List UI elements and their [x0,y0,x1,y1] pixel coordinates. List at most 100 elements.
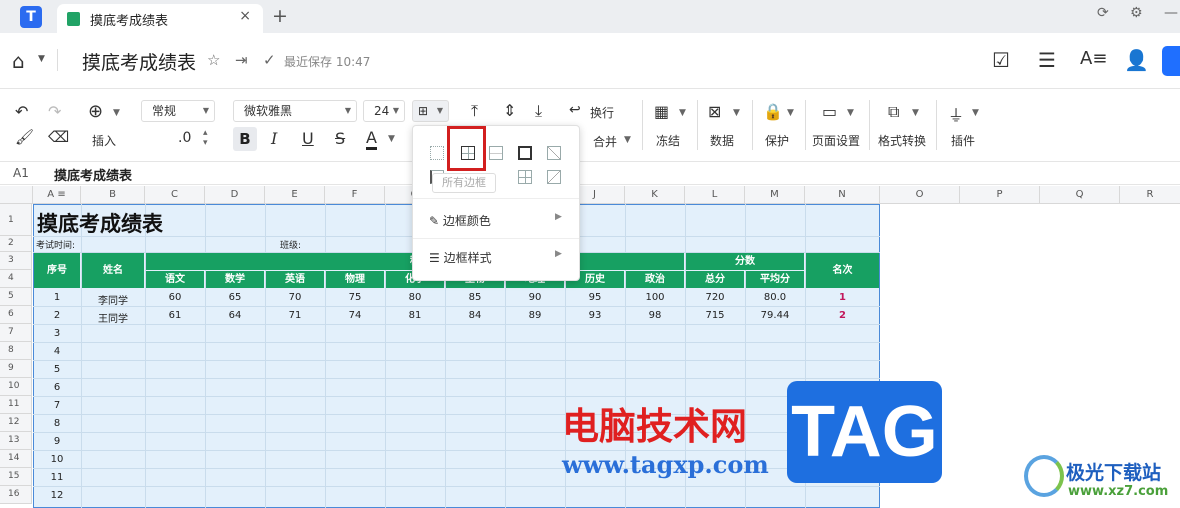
plugin-icon[interactable]: ⏚ [948,102,964,126]
bold-button[interactable]: B [233,127,257,151]
cell-score[interactable]: 84 [445,310,505,321]
cell-name[interactable]: 王同学 [81,310,145,325]
chevron-down-icon[interactable]: ▼ [847,108,854,118]
freeze-label[interactable]: 冻结 [656,132,680,149]
cell-no[interactable]: 9 [33,436,81,447]
cell-score[interactable]: 89 [505,310,565,321]
row-header[interactable]: 14 [0,450,32,468]
border-select[interactable]: ⊞ ▼ [412,100,449,122]
cell-no[interactable]: 10 [33,454,81,465]
filter-icon[interactable]: ≡ [57,189,65,200]
chevron-down-icon[interactable]: ▼ [733,108,740,118]
data-icon[interactable]: ⊠ [708,102,721,121]
new-tab-button[interactable]: + [272,5,288,27]
cell-score[interactable]: 100 [625,292,685,303]
chevron-down-icon[interactable]: ▼ [679,108,686,118]
inner-borders-icon[interactable] [489,146,503,160]
cell-score[interactable]: 64 [205,310,265,321]
column-header[interactable]: P [960,186,1040,204]
app-logo-icon[interactable]: T [20,6,42,28]
header-subject[interactable]: 语文 [146,271,204,288]
cell-score[interactable]: 81 [385,310,445,321]
exam-time-label[interactable]: 考试时间: [36,238,75,251]
format-painter-icon[interactable]: 🖌 [15,128,34,146]
column-header[interactable]: L [685,186,745,204]
class-label[interactable]: 班级: [280,238,301,251]
column-header[interactable]: E [265,186,325,204]
row-header[interactable]: 16 [0,486,32,504]
cell-no[interactable]: 6 [33,382,81,393]
freeze-icon[interactable]: ▦ [654,102,669,121]
cell-average[interactable]: 80.0 [745,292,805,303]
underline-button[interactable]: U [302,129,314,148]
column-header[interactable]: B [81,186,145,204]
settings-icon[interactable]: ⚙ [1130,5,1143,21]
cell-score[interactable]: 80 [385,292,445,303]
cell-no[interactable]: 5 [33,364,81,375]
header-subject[interactable]: 数学 [206,271,264,288]
cell-score[interactable]: 65 [205,292,265,303]
header-name[interactable]: 姓名 [82,253,144,288]
decimal-label[interactable]: .0 [178,130,191,146]
chevron-down-icon[interactable]: ▼ [38,54,45,64]
diagonal-down-icon[interactable] [547,146,561,160]
collaborators-icon[interactable]: 👤 [1124,48,1149,72]
italic-button[interactable]: I [271,129,277,148]
menu-icon[interactable]: ☰ [1038,48,1056,72]
row-header[interactable]: 10 [0,378,32,396]
cell-no[interactable]: 7 [33,400,81,411]
cell-name[interactable]: 李同学 [81,292,145,307]
redo-icon[interactable]: ↷ [48,102,61,121]
data-label[interactable]: 数据 [710,132,734,149]
chevron-down-icon[interactable]: ▼ [972,108,979,118]
cell-score[interactable]: 75 [325,292,385,303]
minimize-icon[interactable]: — [1164,5,1178,21]
page-setup-label[interactable]: 页面设置 [812,132,860,149]
wrap-label[interactable]: 换行 [590,104,614,121]
cell-rank[interactable]: 2 [805,310,880,321]
chevron-down-icon[interactable]: ▼ [388,134,395,144]
font-color-button[interactable]: A [366,128,377,150]
cell-no[interactable]: 8 [33,418,81,429]
wrap-icon[interactable]: ↩ [569,102,581,118]
header-subject[interactable]: 物理 [326,271,384,288]
font-select[interactable]: 微软雅黑 ▼ [233,100,357,122]
row-header[interactable]: 9 [0,360,32,378]
cell-average[interactable]: 79.44 [745,310,805,321]
cell-score[interactable]: 93 [565,310,625,321]
column-header[interactable]: F [325,186,385,204]
row-header[interactable]: 3 [0,252,32,270]
column-header[interactable]: D [205,186,265,204]
undo-icon[interactable]: ↶ [15,102,28,121]
cell-no[interactable]: 4 [33,346,81,357]
cell-score[interactable]: 95 [565,292,625,303]
cell-total[interactable]: 715 [685,310,745,321]
font-size-select[interactable]: 24 ▼ [363,100,405,122]
plugin-label[interactable]: 插件 [951,132,975,149]
align-top-icon[interactable]: ⤒ [471,101,478,121]
row-header[interactable]: 5 [0,288,32,306]
protect-label[interactable]: 保护 [765,132,789,149]
row-header[interactable]: 2 [0,236,32,252]
cell-no[interactable]: 1 [33,292,81,303]
header-average[interactable]: 平均分 [746,271,804,288]
formula-input[interactable]: 摸底考成绩表 [54,165,132,184]
header-rank[interactable]: 名次 [806,253,879,288]
column-header[interactable]: O [880,186,960,204]
home-icon[interactable]: ⌂ [12,49,25,73]
cell-score[interactable]: 70 [265,292,325,303]
header-subject[interactable]: 英语 [266,271,324,288]
text-format-icon[interactable]: A≡ [1080,48,1107,69]
column-header[interactable]: N [805,186,880,204]
cell-rank[interactable]: 1 [805,292,880,303]
number-format-select[interactable]: 常规 ▼ [141,100,215,122]
column-header[interactable]: R [1120,186,1180,204]
border-color-item[interactable]: ✎ 边框颜色 ▶ [429,212,562,229]
row-header[interactable]: 4 [0,270,32,288]
column-header[interactable]: K [625,186,685,204]
document-tab[interactable]: 摸底考成绩表 × [57,4,263,33]
header-score-group[interactable]: 分数 [686,253,804,270]
chevron-down-icon[interactable]: ▼ [912,108,919,118]
close-tab-icon[interactable]: × [239,8,251,24]
row-header[interactable]: 7 [0,324,32,342]
